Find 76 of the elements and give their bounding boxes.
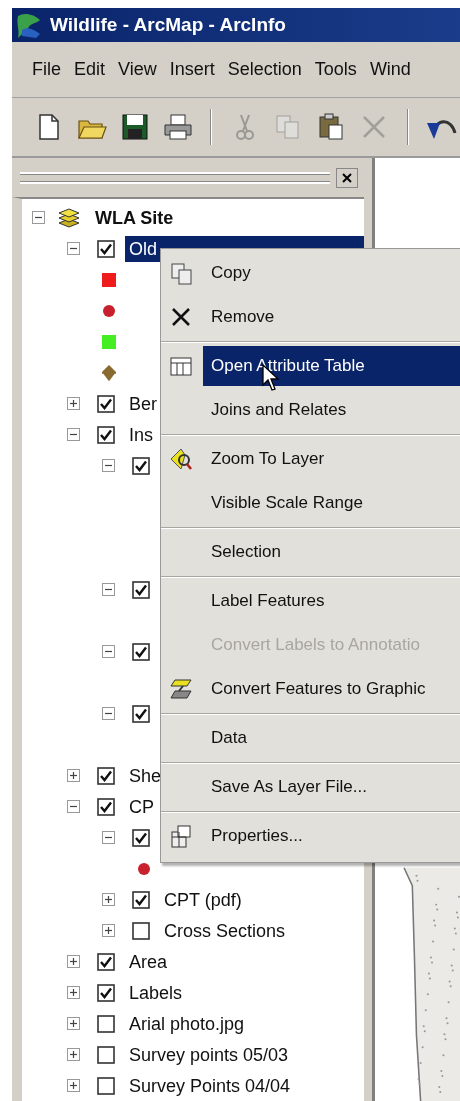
collapse-icon[interactable] xyxy=(102,707,115,720)
menu-item[interactable]: Visible Scale Range xyxy=(203,483,460,523)
expand-icon[interactable] xyxy=(67,769,80,782)
expand-icon[interactable] xyxy=(102,924,115,937)
layer-name[interactable]: CP xyxy=(125,793,158,820)
collapse-icon[interactable] xyxy=(102,459,115,472)
checkbox[interactable] xyxy=(97,239,115,258)
layer-name[interactable]: WLA Site xyxy=(91,204,178,231)
panel-grip[interactable] xyxy=(20,171,330,184)
expand-icon[interactable] xyxy=(67,1048,80,1061)
expand-icon[interactable] xyxy=(67,955,80,968)
menu-item[interactable]: Edit xyxy=(74,56,106,83)
menu-item[interactable]: Joins and Relates xyxy=(203,390,460,430)
layer-name[interactable]: Survey points 05/03 xyxy=(125,1041,293,1068)
close-icon xyxy=(342,172,352,183)
checkbox[interactable] xyxy=(132,921,150,940)
menu-item[interactable]: File xyxy=(32,56,61,83)
checkbox[interactable] xyxy=(132,642,150,661)
collapse-icon[interactable] xyxy=(102,583,115,596)
collapse-icon[interactable] xyxy=(32,211,45,224)
checkbox[interactable] xyxy=(97,394,115,413)
menu-item[interactable]: Selection xyxy=(227,56,302,83)
menu-item[interactable]: Zoom To Layer xyxy=(203,439,460,479)
menu-item[interactable]: Data xyxy=(203,718,460,758)
layers-icon xyxy=(57,206,81,229)
layer-name[interactable]: Area xyxy=(125,948,172,975)
collapse-icon[interactable] xyxy=(67,800,80,813)
expand-icon[interactable] xyxy=(67,397,80,410)
layer-name[interactable]: Ins xyxy=(125,421,157,448)
expand-icon[interactable] xyxy=(67,1079,80,1092)
checkbox[interactable] xyxy=(97,1045,115,1064)
layer-name[interactable]: Labels xyxy=(125,979,187,1006)
close-button[interactable] xyxy=(336,167,358,188)
checkbox[interactable] xyxy=(97,952,115,971)
menu-item[interactable]: Insert xyxy=(169,56,215,83)
layer-name[interactable]: Survey Points 04/04 xyxy=(125,1072,295,1099)
layer-name[interactable]: Arial photo.jpg xyxy=(125,1010,249,1037)
collapse-icon[interactable] xyxy=(102,645,115,658)
menu-item[interactable]: Wind xyxy=(369,56,411,83)
menu-item[interactable]: Tools xyxy=(314,56,357,83)
checkbox[interactable] xyxy=(97,425,115,444)
convert-icon xyxy=(169,677,193,701)
checkbox[interactable] xyxy=(132,704,150,723)
checkbox[interactable] xyxy=(132,456,150,475)
checkbox[interactable] xyxy=(132,828,150,847)
table-icon xyxy=(169,354,193,378)
menu-item[interactable]: Open Attribute Table xyxy=(203,346,460,386)
menu-item[interactable]: Properties... xyxy=(203,816,460,856)
checkbox[interactable] xyxy=(97,1014,115,1033)
checkbox[interactable] xyxy=(97,983,115,1002)
layer-name[interactable]: Cross Sections xyxy=(160,917,290,944)
printer-icon xyxy=(161,111,194,143)
menu-item[interactable]: View xyxy=(118,56,157,83)
collapse-icon[interactable] xyxy=(102,831,115,844)
checkbox[interactable] xyxy=(132,580,150,599)
menu-item[interactable]: Label Features xyxy=(203,581,460,621)
checkbox[interactable] xyxy=(97,1076,115,1095)
collapse-icon[interactable] xyxy=(67,428,80,441)
expand-icon[interactable] xyxy=(67,1017,80,1030)
collapse-icon[interactable] xyxy=(67,242,80,255)
layer-name[interactable]: Ber xyxy=(125,390,161,417)
copy-icon xyxy=(169,261,193,285)
checkbox[interactable] xyxy=(132,890,150,909)
menu-item[interactable]: Convert Features to Graphic xyxy=(203,669,460,709)
window-title: Wildlife - ArcMap - ArcInfo xyxy=(50,12,286,37)
menu-item[interactable]: Remove xyxy=(203,297,460,337)
menu-item[interactable]: Selection xyxy=(203,532,460,572)
expand-icon[interactable] xyxy=(102,893,115,906)
zoom-layer-icon xyxy=(169,447,193,471)
properties-icon xyxy=(169,824,193,848)
menu-item[interactable]: Copy xyxy=(203,253,460,293)
checkbox[interactable] xyxy=(97,797,115,816)
expand-icon[interactable] xyxy=(67,986,80,999)
menu-item[interactable]: Save As Layer File... xyxy=(203,767,460,807)
layer-name[interactable]: CPT (pdf) xyxy=(160,886,246,913)
checkbox[interactable] xyxy=(97,766,115,785)
